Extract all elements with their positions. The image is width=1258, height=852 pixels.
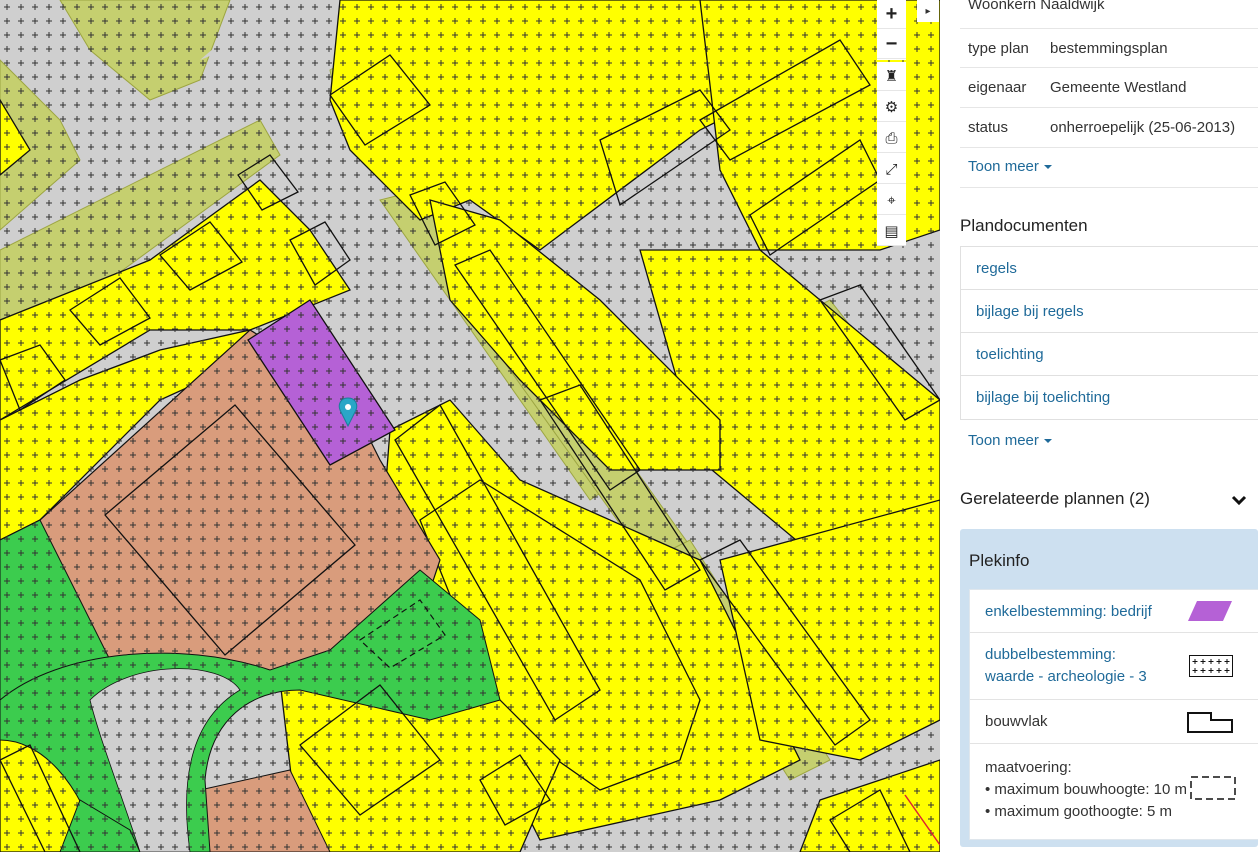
enkelbestemming-label[interactable]: enkelbestemming: bedrijf	[985, 603, 1152, 620]
row-value: bestemmingsplan	[1050, 39, 1168, 57]
doc-link-toelichting[interactable]: toelichting	[961, 333, 1258, 376]
doc-link-bijlage-toelichting[interactable]: bijlage bij toelichting	[961, 376, 1258, 419]
settings-icon[interactable]: ⚙	[877, 93, 906, 122]
caret-down-icon	[1043, 165, 1052, 170]
plekinfo-title: Plekinfo	[969, 551, 1030, 570]
zoom-out-button[interactable]: −	[877, 30, 906, 59]
row-key: eigenaar	[968, 79, 1027, 96]
legend-icon[interactable]: ▤	[877, 217, 906, 246]
divider	[960, 187, 1258, 188]
chevron-down-icon[interactable]	[1230, 491, 1248, 509]
castle-layer-icon[interactable]: ♜	[877, 62, 906, 91]
doc-link-bijlage-regels[interactable]: bijlage bij regels	[961, 290, 1258, 333]
plekinfo-bouwvlak: bouwvlak	[970, 700, 1258, 744]
plekinfo-maatvoering: maatvoering: • maximum bouwhoogte: 10 m …	[970, 744, 1258, 839]
caret-down-icon	[1043, 439, 1052, 444]
row-key: status	[968, 119, 1009, 136]
row-eigenaar: eigenaar Gemeente Westland	[960, 68, 1258, 108]
row-value: onherroepelijk (25-06-2013)	[1050, 119, 1236, 136]
related-plans-title[interactable]: Gerelateerde plannen (2)	[960, 489, 1150, 509]
tool-controls: ♜ ⚙ ⎙ ⤢ ⌖ ▤	[877, 62, 906, 246]
purple-swatch-icon	[1188, 601, 1232, 621]
print-icon[interactable]: ⎙	[877, 124, 906, 153]
row-value: Gemeente Westland	[1050, 79, 1187, 96]
row-key: type plan	[968, 39, 1029, 57]
zoom-controls: + −	[877, 0, 906, 60]
locate-icon[interactable]: ⌖	[877, 186, 906, 215]
collapse-panel-icon[interactable]: ▸	[917, 0, 939, 22]
toon-meer-link-2[interactable]: Toon meer	[968, 432, 1052, 449]
toon-meer-label: Toon meer	[968, 158, 1039, 175]
info-panel: Woonkern Naaldwijk type plan bestemmings…	[940, 0, 1258, 852]
archeology-pattern-icon	[1189, 655, 1233, 677]
bouwvlak-label: bouwvlak	[985, 713, 1048, 730]
fullscreen-icon[interactable]: ⤢	[877, 155, 906, 184]
plekinfo-list: enkelbestemming: bedrijf dubbelbestemmin…	[969, 589, 1258, 840]
zoom-in-button[interactable]: +	[877, 0, 906, 29]
plandocumenten-title: Plandocumenten	[960, 216, 1088, 235]
maat-goothoogte: • maximum goothoogte: 5 m	[985, 803, 1173, 820]
toon-meer-label: Toon meer	[968, 432, 1039, 449]
toon-meer-link[interactable]: Toon meer	[968, 158, 1052, 175]
plekinfo-box: Plekinfo enkelbestemming: bedrijf dubbel…	[960, 529, 1258, 847]
map-view[interactable]: ▸ + − ♜ ⚙ ⎙ ⤢ ⌖ ▤	[0, 0, 940, 852]
zoning-map[interactable]	[0, 0, 940, 852]
document-list: regels bijlage bij regels toelichting bi…	[960, 246, 1258, 420]
row-type-plan: type plan bestemmingsplan	[960, 28, 1258, 68]
row-status: status onherroepelijk (25-06-2013)	[960, 108, 1258, 148]
plekinfo-dubbelbestemming[interactable]: dubbelbestemming: waarde - archeologie -…	[970, 633, 1258, 700]
doc-link-regels[interactable]: regels	[961, 247, 1258, 290]
dashed-box-icon	[1190, 776, 1236, 800]
plan-name: Woonkern Naaldwijk	[968, 0, 1105, 13]
bouwvlak-symbol-icon	[1187, 712, 1233, 733]
plekinfo-enkelbestemming[interactable]: enkelbestemming: bedrijf	[970, 590, 1258, 633]
